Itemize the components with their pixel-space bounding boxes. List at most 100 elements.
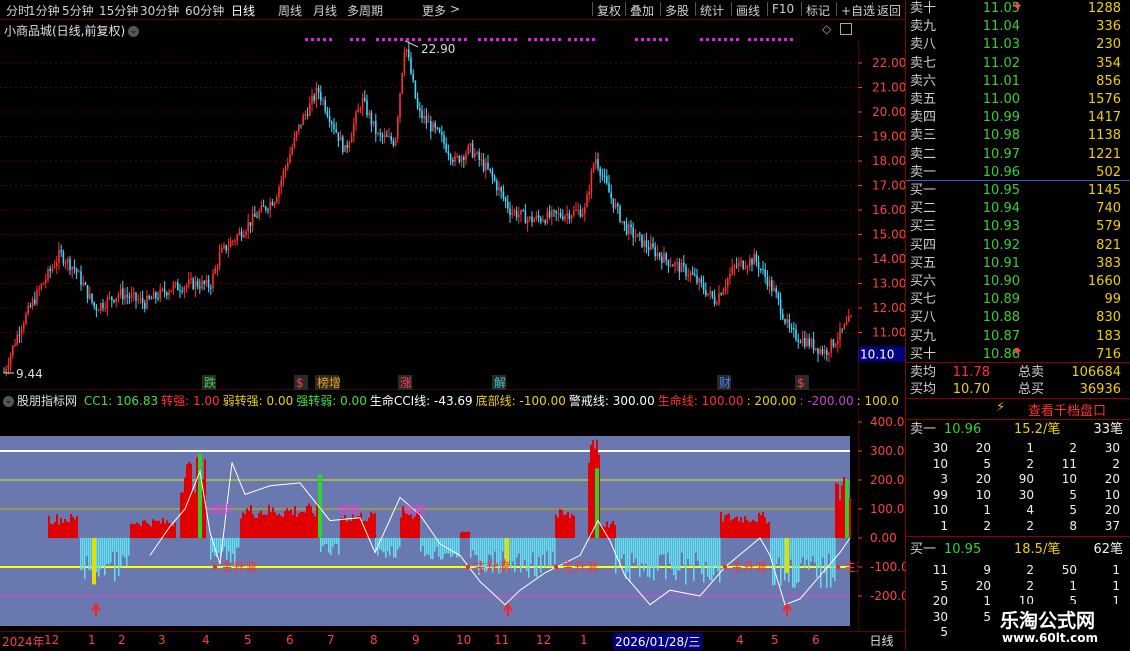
level1000-link[interactable]: 查看千档盘口: [1028, 400, 1106, 419]
toolbar-period-2[interactable]: 5分钟: [62, 2, 94, 19]
ask-row[interactable]: 卖三 10.98 1138: [906, 127, 1130, 145]
toolbar-action-6[interactable]: 标记: [806, 2, 830, 19]
event-marker[interactable]: 榜增: [317, 375, 341, 390]
toolbar-period-0[interactable]: 分时: [6, 2, 30, 19]
candle-body: [80, 271, 82, 285]
candle-body: [137, 299, 139, 301]
event-marker[interactable]: 财: [719, 376, 731, 390]
signal-dot: [772, 38, 775, 41]
toolbar-period-6[interactable]: 日线: [231, 2, 255, 19]
ask-row[interactable]: 卖七 11.02 354: [906, 55, 1130, 73]
queue-cell: 1: [1069, 578, 1077, 593]
bid-row[interactable]: 买三 10.93 579: [906, 218, 1130, 236]
histogram-bar: [804, 538, 806, 569]
candle-body: [317, 88, 320, 93]
toolbar-action-2[interactable]: 多股: [665, 2, 689, 19]
kline-chart[interactable]: 22.90 9.44 跌 $ 榜增 涨 解 财 $: [0, 38, 858, 390]
toolbar-period-8[interactable]: 月线: [313, 2, 337, 19]
indicator-chart[interactable]: 主升浪 主升浪 主升浪 主升浪 主升浪 跳跳 跳跳 跳跳: [0, 408, 858, 630]
diamond-icon[interactable]: ◇: [822, 22, 831, 36]
chevron-down-icon[interactable]: ⌄: [128, 26, 140, 37]
candle-body: [265, 206, 267, 210]
bid-row[interactable]: 买五 10.91 383: [906, 255, 1130, 273]
event-marker[interactable]: $: [797, 376, 805, 390]
histogram-bar: [796, 538, 798, 584]
window-icon[interactable]: [840, 23, 852, 35]
histogram-bar: [466, 531, 468, 538]
event-marker[interactable]: $: [296, 376, 304, 390]
toolbar-action-3[interactable]: 统计: [700, 2, 724, 19]
toolbar-period-1[interactable]: 1分钟: [28, 2, 60, 19]
toolbar-period-7[interactable]: 周线: [278, 2, 302, 19]
toolbar-action-8[interactable]: 返回: [877, 2, 901, 19]
candle-body: [667, 260, 670, 266]
ask-row[interactable]: 卖六 11.01 856: [906, 73, 1130, 91]
histogram-bar: [434, 538, 436, 552]
bid-row[interactable]: 买七 10.89 99: [906, 291, 1130, 309]
ask-row[interactable]: 卖四 10.99 1417: [906, 109, 1130, 127]
toolbar-period-5[interactable]: 60分钟: [185, 2, 224, 19]
bid-row[interactable]: 买九 10.87 183: [906, 328, 1130, 346]
bid-row[interactable]: 买四 10.92 821: [906, 237, 1130, 255]
date-tick-label: 11: [494, 633, 510, 647]
candle-body: [522, 210, 524, 212]
toolbar-separator: [731, 2, 732, 16]
toolbar-action-0[interactable]: 复权: [597, 2, 621, 19]
candle-body: [753, 254, 755, 265]
chevron-right-icon[interactable]: >: [450, 2, 460, 16]
histogram-bar: [494, 538, 496, 552]
candle-body: [720, 293, 722, 295]
histogram-bar: [385, 538, 387, 558]
candle-body: [108, 296, 111, 298]
histogram-bar: [74, 519, 76, 538]
toolbar-period-3[interactable]: 15分钟: [99, 2, 138, 19]
level-price: 10.93: [982, 219, 1020, 235]
toolbar-period-9[interactable]: 多周期: [347, 2, 383, 19]
signal-dot: [724, 38, 727, 41]
histogram-bar: [174, 522, 176, 538]
candle-body: [218, 252, 221, 267]
histogram-bar: [406, 513, 408, 538]
bid-row[interactable]: 买一 10.95 1145: [906, 182, 1130, 200]
queue-label: 卖一: [910, 422, 937, 437]
signal-bar: [92, 538, 96, 585]
signal-dot: [540, 38, 543, 41]
candle-body: [612, 198, 615, 208]
toolbar-period-4[interactable]: 30分钟: [140, 2, 179, 19]
ask-row[interactable]: 卖八 11.03 230: [906, 36, 1130, 54]
ask-row[interactable]: 卖五 11.00 1576: [906, 91, 1130, 109]
candle-body: [553, 210, 555, 212]
candle-body: [361, 97, 364, 110]
bid-row[interactable]: 买二 10.94 740: [906, 200, 1130, 218]
candle-body: [421, 110, 423, 119]
candle-body: [746, 266, 749, 269]
event-marker[interactable]: 涨: [400, 375, 412, 390]
bid-row[interactable]: 买八 10.88 830: [906, 309, 1130, 327]
candle-body: [170, 290, 172, 293]
toolbar-action-1[interactable]: 叠加: [630, 2, 654, 19]
ask-row[interactable]: 卖九 11.04 336: [906, 18, 1130, 36]
candle-body: [236, 234, 238, 241]
candle-body: [254, 213, 256, 217]
event-marker[interactable]: 解: [494, 376, 506, 390]
histogram-bar: [290, 509, 292, 538]
toolbar-action-4[interactable]: 画线: [736, 2, 760, 19]
indicator-value: : 100.0: [856, 394, 899, 408]
candle-body: [575, 210, 577, 212]
toolbar-action-5[interactable]: F10: [772, 2, 794, 16]
ask-row[interactable]: 卖二 10.97 1221: [906, 146, 1130, 164]
chevron-down-icon[interactable]: ⌄: [3, 396, 14, 407]
toolbar-period-10[interactable]: 更多: [422, 2, 446, 19]
histogram-bar: [248, 510, 250, 538]
candle-body: [647, 247, 650, 250]
queue-cell: 5: [1069, 487, 1077, 502]
event-marker[interactable]: 跌: [204, 375, 216, 390]
bid-row[interactable]: 买六 10.90 1660: [906, 273, 1130, 291]
histogram-bar: [792, 538, 794, 588]
histogram-bar: [60, 517, 62, 538]
toolbar-action-7[interactable]: +自选: [841, 2, 875, 19]
candle-body: [364, 97, 366, 101]
candle-body: [93, 302, 95, 307]
histogram-bar: [546, 538, 548, 552]
candle-body: [295, 131, 298, 138]
